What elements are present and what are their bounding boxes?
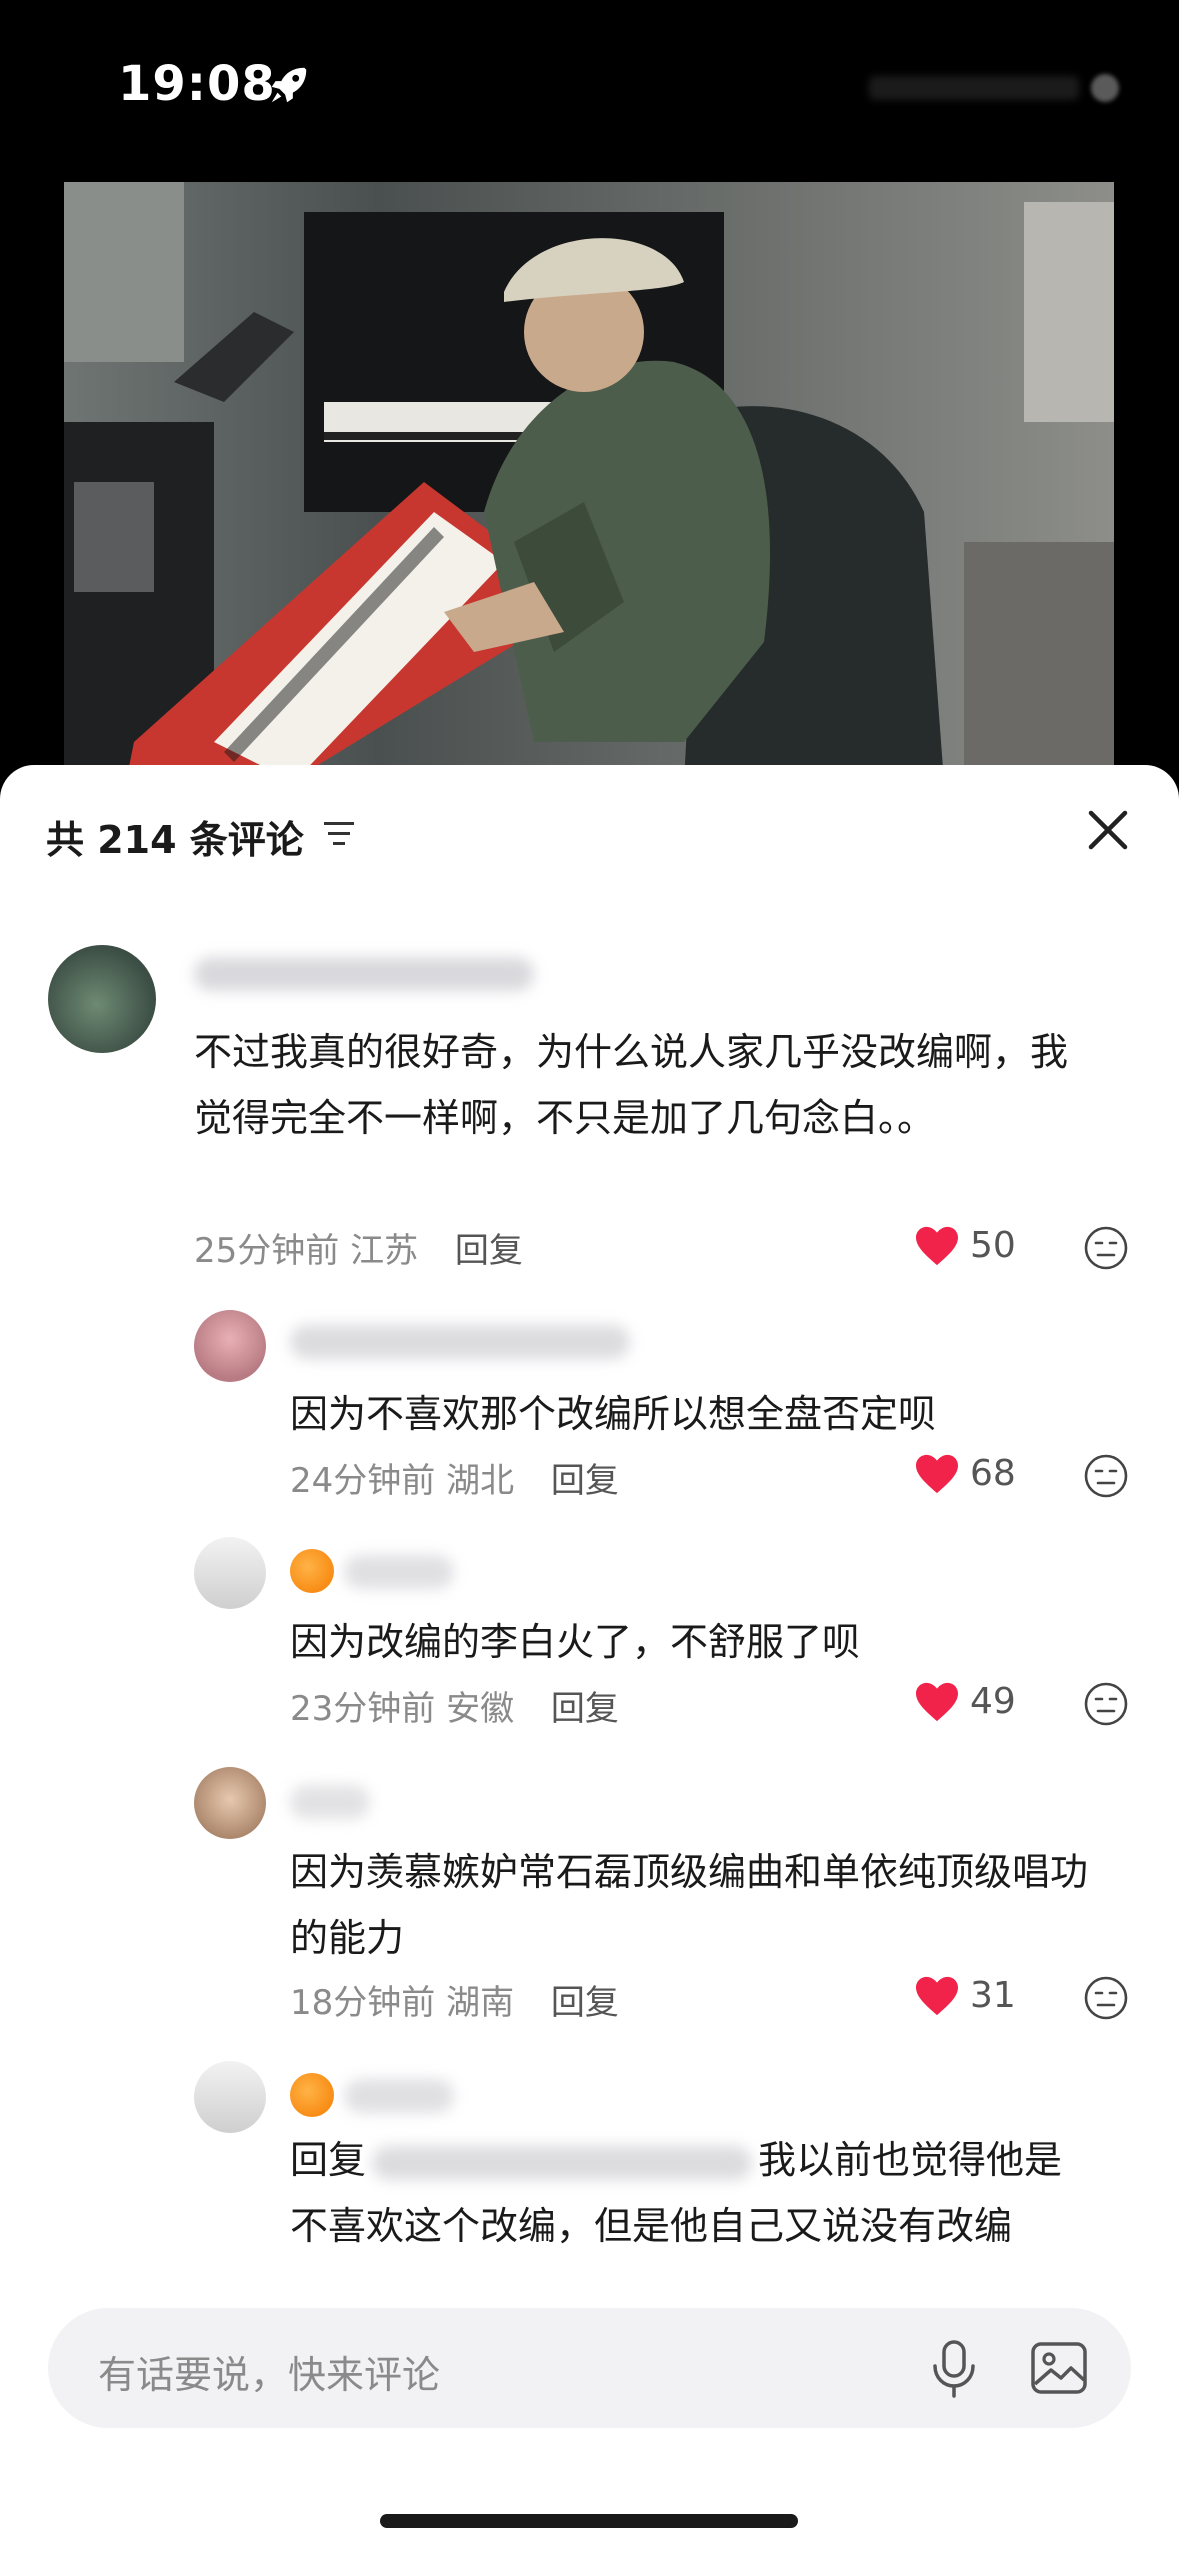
username[interactable] <box>290 1325 630 1359</box>
video-player[interactable] <box>64 182 1114 792</box>
reply-button[interactable]: 回复 <box>455 1231 523 1271</box>
like-button[interactable]: 31 <box>914 1971 1054 2021</box>
username[interactable] <box>194 957 534 991</box>
username[interactable] <box>344 1555 454 1589</box>
mic-icon[interactable] <box>927 2338 981 2400</box>
avatar[interactable] <box>194 1537 266 1609</box>
comment-meta: 25分钟前 江苏 回复 <box>194 1223 523 1272</box>
comment-meta: 23分钟前 安徽 回复 <box>290 1681 619 1730</box>
comment-location: 安徽 <box>446 1689 515 1729</box>
like-count: 50 <box>970 1225 1016 1266</box>
comment-text: 回复 我以前也觉得他是 不喜欢这个改编，但是他自己又说没有改编 <box>290 2127 1120 2277</box>
home-indicator <box>380 2514 798 2528</box>
comments-sheet: 共 214 条评论 不过我真的很好奇，为什么说人家几乎没改编啊，我觉得完全不一样… <box>0 765 1179 2556</box>
avatar[interactable] <box>194 1310 266 1382</box>
like-button[interactable]: 50 <box>914 1221 1054 1271</box>
username[interactable] <box>344 2079 454 2113</box>
avatar[interactable] <box>48 945 156 1053</box>
heart-icon <box>916 1976 958 2016</box>
like-count: 31 <box>970 1975 1016 2016</box>
image-icon[interactable] <box>1029 2340 1089 2396</box>
comment-time: 24分钟前 <box>290 1461 436 1501</box>
username[interactable] <box>290 1785 370 1819</box>
like-count: 49 <box>970 1681 1016 1722</box>
status-bar: 19:08 <box>0 0 1179 175</box>
comment-location: 湖南 <box>446 1983 515 2023</box>
like-button[interactable]: 68 <box>914 1449 1054 1499</box>
dislike-face-icon[interactable] <box>1083 1225 1129 1271</box>
like-button[interactable]: 49 <box>914 1677 1054 1727</box>
sort-icon[interactable] <box>322 819 356 849</box>
comment-text: 不过我真的很好奇，为什么说人家几乎没改编啊，我觉得完全不一样啊，不只是加了几句念… <box>194 1030 1069 1140</box>
like-count: 68 <box>970 1453 1016 1494</box>
comment-count: 共 214 条评论 <box>46 818 304 862</box>
avatar[interactable] <box>194 1767 266 1839</box>
rocket-icon <box>271 67 307 103</box>
heart-icon <box>916 1454 958 1494</box>
comment-text: 因为改编的李白火了，不舒服了呗 <box>290 1620 861 1664</box>
comment-meta: 18分钟前 湖南 回复 <box>290 1975 619 2024</box>
reply-prefix: 回复 <box>290 2138 367 2182</box>
comment-time: 23分钟前 <box>290 1689 436 1729</box>
status-indicators <box>859 68 1119 108</box>
reply-button[interactable]: 回复 <box>551 1689 619 1729</box>
comment-text: 因为不喜欢那个改编所以想全盘否定呗 <box>290 1392 937 1436</box>
orange-emoji <box>290 1549 334 1593</box>
comment-input[interactable]: 有话要说，快来评论 <box>48 2308 1131 2428</box>
comment-input-placeholder: 有话要说，快来评论 <box>98 2353 441 2397</box>
comments-header: 共 214 条评论 <box>0 765 1179 885</box>
comment-text-part: 不喜欢这个改编，但是他自己又说没有改编 <box>290 2204 1013 2248</box>
comment-meta: 24分钟前 湖北 回复 <box>290 1453 619 1502</box>
comment-text: 因为羡慕嫉妒常石磊顶级编曲和单依纯顶级唱功的能力 <box>290 1850 1089 1960</box>
dislike-face-icon[interactable] <box>1083 1975 1129 2021</box>
avatar[interactable] <box>194 2061 266 2133</box>
dislike-face-icon[interactable] <box>1083 1681 1129 1727</box>
dislike-face-icon[interactable] <box>1083 1453 1129 1499</box>
comment-location: 湖北 <box>446 1461 515 1501</box>
orange-emoji <box>290 2073 334 2117</box>
comment-text-part: 我以前也觉得他是 <box>758 2138 1063 2182</box>
heart-icon <box>916 1682 958 1722</box>
comment-time: 18分钟前 <box>290 1983 436 2023</box>
comment-location: 江苏 <box>350 1231 419 1271</box>
heart-icon <box>916 1226 958 1266</box>
reply-button[interactable]: 回复 <box>551 1461 619 1501</box>
mentioned-username[interactable] <box>372 2145 753 2180</box>
video-frame-image <box>64 182 1114 792</box>
close-icon[interactable] <box>1083 805 1133 855</box>
reply-button[interactable]: 回复 <box>551 1983 619 2023</box>
status-time: 19:08 <box>118 56 276 112</box>
comment-time: 25分钟前 <box>194 1231 340 1271</box>
